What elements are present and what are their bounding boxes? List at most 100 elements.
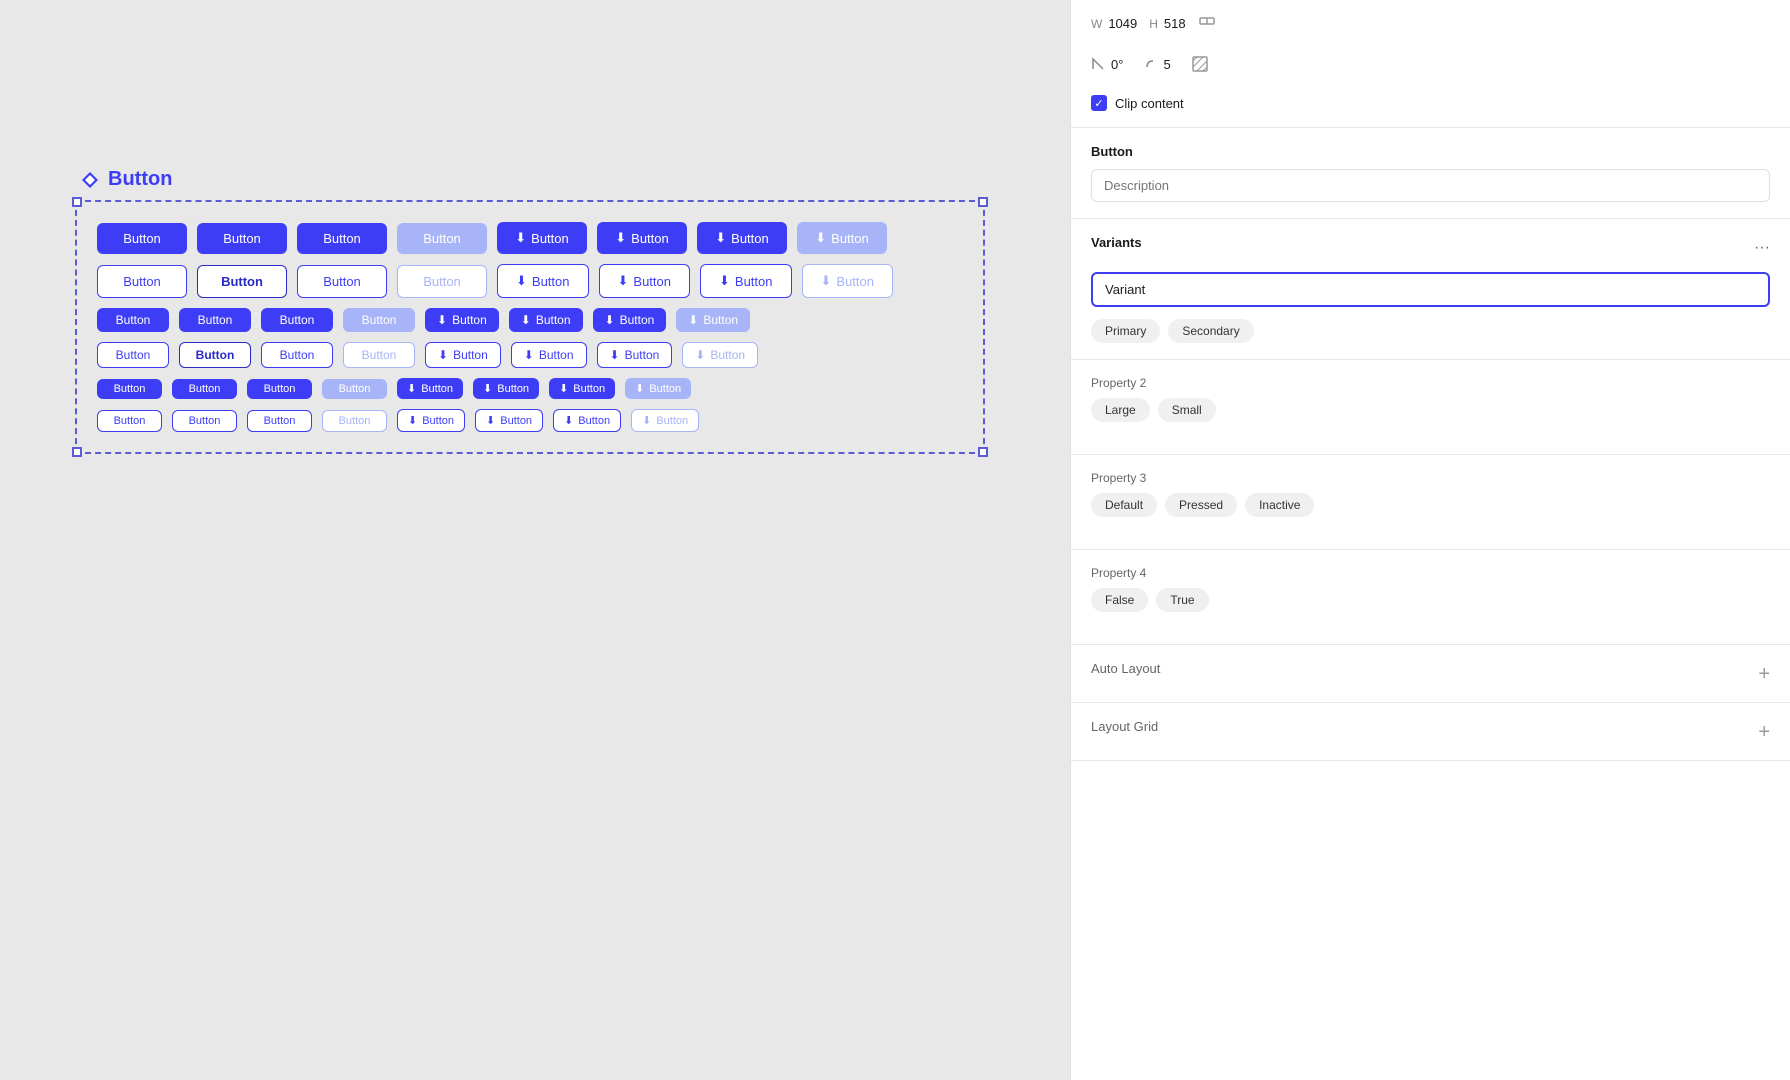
w-label: W: [1091, 17, 1102, 31]
corner-handle-tr[interactable]: [978, 197, 988, 207]
btn-filled-primary-icon-1[interactable]: ⬇ Button: [497, 222, 587, 254]
btn-outline-xs-inactive-1[interactable]: Button: [322, 410, 387, 432]
btn-filled-primary-2[interactable]: Button: [197, 223, 287, 254]
property3-label: Property 3: [1091, 471, 1770, 485]
more-options-icon[interactable]: ···: [1754, 239, 1770, 257]
variant-tag-secondary[interactable]: Secondary: [1168, 319, 1253, 343]
radius-group: 5: [1143, 57, 1170, 72]
btn-filled-primary-icon-2[interactable]: ⬇ Button: [597, 222, 687, 254]
btn-outline-sm-icon-3[interactable]: ⬇ Button: [597, 342, 673, 368]
btn-filled-xs-icon-2[interactable]: ⬇ Button: [473, 378, 539, 399]
btn-outline-inactive-1[interactable]: Button: [397, 265, 487, 298]
btn-filled-xs-3[interactable]: Button: [247, 379, 312, 399]
corner-handle-tl[interactable]: [72, 197, 82, 207]
btn-outline-sm-2[interactable]: Button: [261, 342, 333, 368]
btn-outline-xs-icon-inactive-1[interactable]: ⬇ Button: [631, 409, 699, 432]
property4-tag-true[interactable]: True: [1156, 588, 1208, 612]
diamond-icon: [80, 170, 100, 190]
property3-tag-pressed[interactable]: Pressed: [1165, 493, 1237, 517]
angle-group: 0°: [1091, 57, 1123, 72]
download-icon: ⬇: [618, 273, 629, 289]
btn-filled-sm-icon-inactive-1[interactable]: ⬇ Button: [676, 308, 750, 332]
btn-outline-xs-icon-2[interactable]: ⬇ Button: [475, 409, 543, 432]
btn-filled-sm-3[interactable]: Button: [261, 308, 333, 332]
btn-outline-sm-icon-inactive-1[interactable]: ⬇ Button: [682, 342, 758, 368]
btn-outline-sm-icon-2[interactable]: ⬇ Button: [511, 342, 587, 368]
layout-grid-label: Layout Grid: [1091, 719, 1158, 734]
download-icon: ⬇: [564, 414, 573, 427]
download-icon: ⬇: [516, 273, 527, 289]
property3-tag-default[interactable]: Default: [1091, 493, 1157, 517]
angle-value: 0°: [1111, 57, 1123, 72]
btn-outline-sm-1[interactable]: Button: [97, 342, 169, 368]
button-grid: Button Button Button Button ⬇ Button ⬇ B…: [97, 222, 963, 432]
property3-tag-inactive[interactable]: Inactive: [1245, 493, 1314, 517]
btn-filled-sm-inactive-1[interactable]: Button: [343, 308, 415, 332]
btn-outline-xs-2[interactable]: Button: [172, 410, 237, 432]
btn-filled-sm-icon-1[interactable]: ⬇ Button: [425, 308, 499, 332]
download-icon: ⬇: [437, 313, 447, 327]
btn-outline-icon-3[interactable]: ⬇ Button: [700, 264, 792, 298]
button-row-6: Button Button Button Button ⬇ Button ⬇ B…: [97, 409, 963, 432]
btn-filled-primary-3[interactable]: Button: [297, 223, 387, 254]
btn-outline-icon-2[interactable]: ⬇ Button: [599, 264, 691, 298]
btn-filled-sm-1[interactable]: Button: [97, 308, 169, 332]
variant-name-input[interactable]: [1091, 272, 1770, 307]
property4-tags: False True: [1091, 588, 1770, 612]
button-row-2: Button Button Button Button ⬇ Button ⬇ B…: [97, 264, 963, 298]
btn-outline-icon-1[interactable]: ⬇ Button: [497, 264, 589, 298]
btn-filled-sm-2[interactable]: Button: [179, 308, 251, 332]
btn-filled-primary-inactive-1[interactable]: Button: [397, 223, 487, 254]
clip-content-label: Clip content: [1115, 96, 1184, 111]
corner-handle-bl[interactable]: [72, 447, 82, 457]
corner-handle-br[interactable]: [978, 447, 988, 457]
add-auto-layout-button[interactable]: +: [1758, 664, 1770, 684]
variants-title: Variants: [1091, 235, 1142, 250]
btn-outline-2[interactable]: Button: [297, 265, 387, 298]
btn-filled-xs-1[interactable]: Button: [97, 379, 162, 399]
angle-icon: [1091, 57, 1105, 71]
btn-filled-xs-icon-1[interactable]: ⬇ Button: [397, 378, 463, 399]
btn-filled-primary-1[interactable]: Button: [97, 223, 187, 254]
property3-group: Property 3 Default Pressed Inactive: [1091, 471, 1770, 517]
btn-filled-xs-icon-3[interactable]: ⬇ Button: [549, 378, 615, 399]
btn-filled-xs-icon-inactive-1[interactable]: ⬇ Button: [625, 378, 691, 399]
btn-filled-sm-icon-2[interactable]: ⬇ Button: [509, 308, 583, 332]
btn-filled-sm-icon-3[interactable]: ⬇ Button: [593, 308, 667, 332]
description-input[interactable]: [1091, 169, 1770, 202]
variant-tag-primary[interactable]: Primary: [1091, 319, 1160, 343]
download-icon: ⬇: [605, 313, 615, 327]
btn-outline-xs-icon-3[interactable]: ⬇ Button: [553, 409, 621, 432]
btn-filled-xs-2[interactable]: Button: [172, 379, 237, 399]
btn-filled-primary-icon-3[interactable]: ⬇ Button: [697, 222, 787, 254]
download-icon: ⬇: [515, 230, 526, 246]
width-group: W 1049: [1091, 16, 1137, 31]
add-layout-grid-button[interactable]: +: [1758, 722, 1770, 742]
property2-tag-small[interactable]: Small: [1158, 398, 1216, 422]
btn-outline-sm-pressed-1[interactable]: Button: [179, 342, 251, 368]
property2-label: Property 2: [1091, 376, 1770, 390]
property2-tags: Large Small: [1091, 398, 1770, 422]
btn-filled-xs-inactive-1[interactable]: Button: [322, 379, 387, 399]
property2-tag-large[interactable]: Large: [1091, 398, 1150, 422]
btn-outline-1[interactable]: Button: [97, 265, 187, 298]
btn-outline-xs-1[interactable]: Button: [97, 410, 162, 432]
btn-outline-pressed-1[interactable]: Button: [197, 265, 287, 298]
resize-group[interactable]: [1191, 55, 1209, 73]
radius-value: 5: [1163, 57, 1170, 72]
h-value: 518: [1164, 16, 1186, 31]
btn-outline-icon-inactive-1[interactable]: ⬇ Button: [802, 264, 894, 298]
btn-outline-sm-icon-1[interactable]: ⬇ Button: [425, 342, 501, 368]
btn-outline-sm-inactive-1[interactable]: Button: [343, 342, 415, 368]
btn-outline-xs-icon-1[interactable]: ⬇ Button: [397, 409, 465, 432]
dimension-constrain-icon[interactable]: [1198, 12, 1216, 35]
btn-outline-xs-3[interactable]: Button: [247, 410, 312, 432]
btn-filled-primary-icon-inactive-1[interactable]: ⬇ Button: [797, 222, 887, 254]
button-row-3: Button Button Button Button ⬇ Button ⬇ B…: [97, 308, 963, 332]
download-icon: ⬇: [715, 230, 726, 246]
w-value: 1049: [1108, 16, 1137, 31]
download-icon: ⬇: [521, 313, 531, 327]
property4-tag-false[interactable]: False: [1091, 588, 1148, 612]
download-icon: ⬇: [408, 414, 417, 427]
clip-content-checkbox[interactable]: [1091, 95, 1107, 111]
